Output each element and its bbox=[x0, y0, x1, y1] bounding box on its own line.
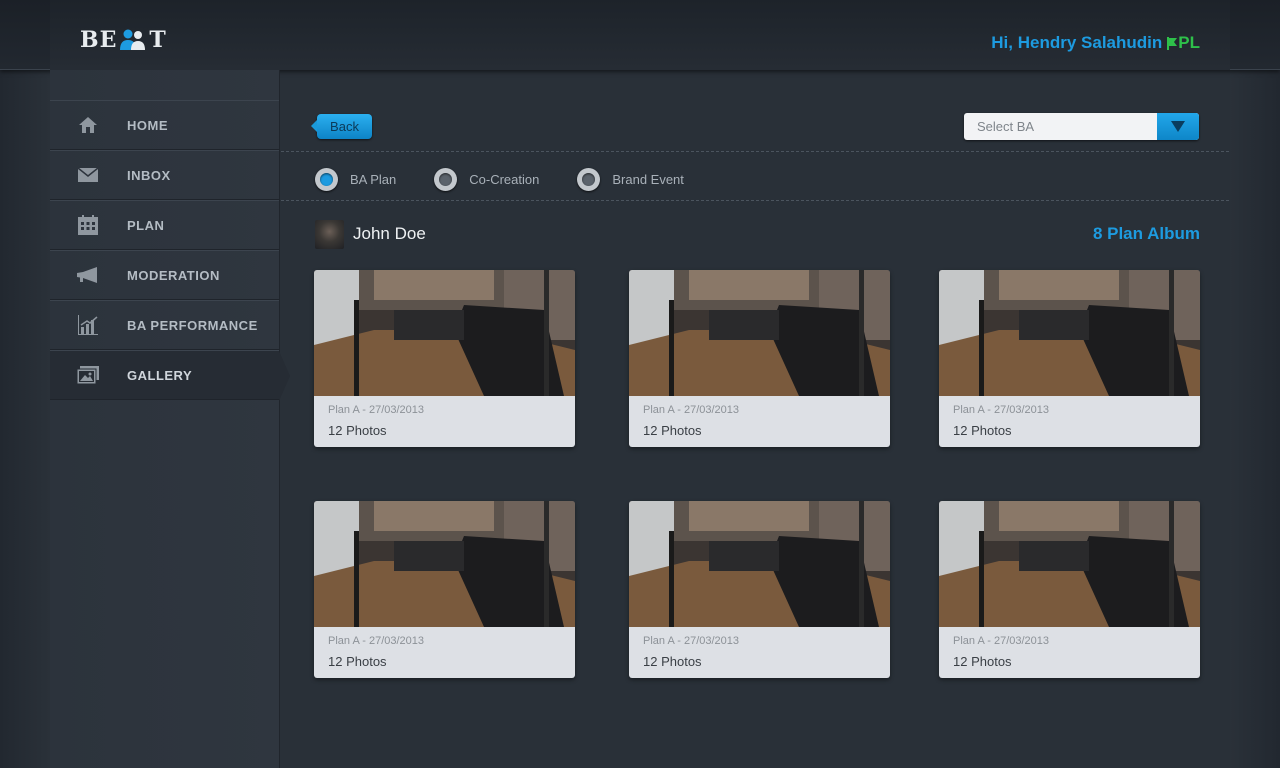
app-header: BE T Hi, Hendry Salahudin PL bbox=[0, 0, 1280, 70]
album-thumbnail bbox=[629, 501, 890, 627]
album-title: Plan A - 27/03/2013 bbox=[953, 404, 1050, 416]
sidebar-item-ba-performance[interactable]: BA PERFORMANCE bbox=[50, 300, 279, 350]
user-row: John Doe 8 Plan Album bbox=[315, 219, 1200, 249]
sidebar-item-home[interactable]: HOME bbox=[50, 100, 279, 150]
sidebar-nav: HOME INBOX PLAN MODERATION BA PERFORMANC… bbox=[50, 100, 290, 401]
home-icon bbox=[77, 114, 99, 136]
filter-radio-group: BA Plan Co-Creation Brand Event bbox=[315, 167, 722, 191]
user-name: John Doe bbox=[353, 224, 426, 243]
album-title: Plan A - 27/03/2013 bbox=[953, 635, 1050, 647]
album-card[interactable]: Plan A - 27/03/2013 12 Photos bbox=[314, 270, 575, 447]
megaphone-icon bbox=[77, 264, 99, 286]
album-thumbnail bbox=[314, 501, 575, 627]
envelope-icon bbox=[77, 164, 99, 186]
avatar[interactable] bbox=[315, 219, 344, 249]
calendar-icon bbox=[77, 214, 99, 236]
select-ba-dropdown[interactable]: Select BA bbox=[964, 113, 1199, 140]
radio-label: BA Plan bbox=[350, 171, 397, 187]
app-logo[interactable]: BE T bbox=[80, 27, 167, 53]
divider bbox=[281, 200, 1229, 201]
radio-brand-event[interactable]: Brand Event bbox=[577, 167, 684, 191]
role-badge: PL bbox=[1178, 33, 1200, 52]
sidebar-item-label: BA PERFORMANCE bbox=[127, 317, 258, 333]
album-count: 8 Plan Album bbox=[1092, 224, 1200, 243]
gallery-icon bbox=[77, 364, 99, 386]
sidebar-item-label: HOME bbox=[127, 117, 168, 133]
album-title: Plan A - 27/03/2013 bbox=[643, 404, 740, 416]
sidebar-item-plan[interactable]: PLAN bbox=[50, 200, 279, 250]
album-card[interactable]: Plan A - 27/03/2013 12 Photos bbox=[314, 501, 575, 678]
sidebar-item-label: PLAN bbox=[127, 217, 165, 233]
album-photo-count: 12 Photos bbox=[643, 654, 702, 669]
album-card[interactable]: Plan A - 27/03/2013 12 Photos bbox=[629, 501, 890, 678]
album-photo-count: 12 Photos bbox=[643, 423, 702, 438]
album-photo-count: 12 Photos bbox=[328, 654, 387, 669]
album-title: Plan A - 27/03/2013 bbox=[328, 404, 425, 416]
album-title: Plan A - 27/03/2013 bbox=[328, 635, 425, 647]
back-button[interactable]: Back bbox=[311, 114, 372, 139]
divider bbox=[281, 151, 1229, 152]
album-card[interactable]: Plan A - 27/03/2013 12 Photos bbox=[939, 270, 1200, 447]
album-card[interactable]: Plan A - 27/03/2013 12 Photos bbox=[629, 270, 890, 447]
radio-checked-icon bbox=[315, 167, 338, 191]
flag-icon bbox=[1167, 36, 1178, 50]
chevron-down-icon bbox=[1171, 121, 1185, 132]
radio-unchecked-icon bbox=[577, 167, 601, 191]
radio-co-creation[interactable]: Co-Creation bbox=[434, 167, 540, 191]
sidebar-item-label: MODERATION bbox=[127, 267, 220, 283]
sidebar-item-label: GALLERY bbox=[127, 367, 193, 383]
radio-label: Brand Event bbox=[612, 171, 684, 187]
greeting-text: Hi, Hendry Salahudin bbox=[991, 33, 1163, 52]
bar-chart-icon bbox=[77, 314, 99, 336]
select-ba-label: Select BA bbox=[977, 119, 1035, 134]
sidebar-item-label: INBOX bbox=[127, 167, 171, 183]
album-thumbnail bbox=[939, 501, 1200, 627]
logo-people-icon bbox=[118, 28, 148, 52]
album-photo-count: 12 Photos bbox=[953, 423, 1012, 438]
album-photo-count: 12 Photos bbox=[953, 654, 1012, 669]
sidebar-item-gallery[interactable]: GALLERY bbox=[50, 350, 290, 401]
album-card[interactable]: Plan A - 27/03/2013 12 Photos bbox=[939, 501, 1200, 678]
radio-ba-plan[interactable]: BA Plan bbox=[315, 167, 397, 191]
radio-label: Co-Creation bbox=[469, 171, 540, 187]
logo-text-left: BE bbox=[80, 27, 118, 53]
album-photo-count: 12 Photos bbox=[328, 423, 387, 438]
sidebar: HOME INBOX PLAN MODERATION BA PERFORMANC… bbox=[50, 70, 290, 768]
user-greeting[interactable]: Hi, Hendry Salahudin PL bbox=[991, 33, 1200, 53]
album-thumbnail bbox=[629, 270, 890, 396]
album-thumbnail bbox=[314, 270, 575, 396]
right-gutter bbox=[1230, 0, 1280, 768]
logo-text-right: T bbox=[149, 27, 167, 53]
main-content: Back Select BA BA Plan Co-Creation Brand… bbox=[281, 70, 1229, 768]
dropdown-arrow-button[interactable] bbox=[1157, 113, 1199, 140]
album-title: Plan A - 27/03/2013 bbox=[643, 635, 740, 647]
sidebar-item-moderation[interactable]: MODERATION bbox=[50, 250, 279, 300]
radio-unchecked-icon bbox=[434, 167, 458, 191]
sidebar-item-inbox[interactable]: INBOX bbox=[50, 150, 279, 200]
album-thumbnail bbox=[939, 270, 1200, 396]
left-gutter bbox=[0, 0, 50, 768]
